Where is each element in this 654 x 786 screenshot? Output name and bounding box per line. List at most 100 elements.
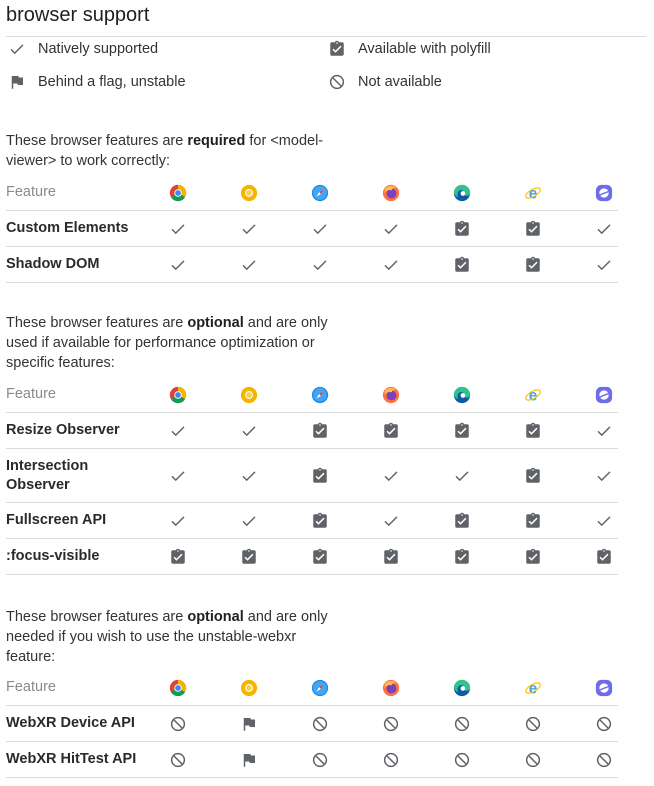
clipboard-check-icon [326, 38, 348, 60]
legend-item: Not available [326, 71, 442, 93]
check-icon [592, 509, 616, 533]
flag-icon [237, 712, 261, 736]
check-icon [450, 464, 474, 488]
legend-item: Natively supported [6, 38, 158, 60]
feature-name: :focus-visible [6, 548, 100, 564]
check-icon [166, 464, 190, 488]
row-divider [6, 777, 618, 778]
check-icon [237, 419, 261, 443]
chrome-canary-icon [237, 181, 261, 205]
table-row: Shadow DOM [6, 247, 618, 283]
clipboard-check-icon [592, 545, 616, 569]
check-icon [237, 509, 261, 533]
not-available-icon [592, 748, 616, 772]
safari-icon [308, 676, 332, 700]
legend-item: Behind a flag, unstable [6, 71, 186, 93]
clipboard-check-icon [379, 419, 403, 443]
clipboard-check-icon [521, 545, 545, 569]
not-available-icon [450, 712, 474, 736]
clipboard-check-icon [521, 253, 545, 277]
not-available-icon [521, 748, 545, 772]
legend-label: Available with polyfill [358, 41, 491, 57]
ie-icon: e [521, 676, 545, 700]
check-icon [592, 419, 616, 443]
not-available-icon [166, 712, 190, 736]
clipboard-check-icon [237, 545, 261, 569]
feature-name: WebXR HitTest API [6, 751, 137, 767]
feature-name: Fullscreen API [6, 512, 107, 528]
check-icon [166, 509, 190, 533]
not-available-icon [521, 712, 545, 736]
not-available-icon [450, 748, 474, 772]
legend-label: Not available [358, 74, 442, 90]
table-row: WebXR HitTest API [6, 742, 618, 778]
clipboard-check-icon [521, 217, 545, 241]
not-available-icon [326, 71, 348, 93]
clipboard-check-icon [450, 253, 474, 277]
check-icon [308, 217, 332, 241]
clipboard-check-icon [521, 509, 545, 533]
edge-icon [450, 676, 474, 700]
ie-icon: e [521, 181, 545, 205]
not-available-icon [308, 748, 332, 772]
table-header-row: Feature e [6, 382, 618, 413]
table-row: Intersection Observer [6, 449, 618, 503]
not-available-icon [379, 748, 403, 772]
check-icon [166, 217, 190, 241]
section-intro: These browser features are required for … [6, 131, 346, 171]
check-icon [592, 253, 616, 277]
samsung-internet-icon [592, 181, 616, 205]
intro-text: These browser features are [6, 609, 188, 625]
firefox-icon [379, 181, 403, 205]
check-icon [379, 253, 403, 277]
edge-icon [450, 383, 474, 407]
check-icon [237, 253, 261, 277]
table-header-row: Feature e [6, 675, 618, 706]
flag-icon [6, 71, 28, 93]
table-row: :focus-visible [6, 539, 618, 575]
feature-column-header: Feature [6, 386, 56, 402]
clipboard-check-icon [450, 545, 474, 569]
clipboard-check-icon [450, 509, 474, 533]
clipboard-check-icon [521, 464, 545, 488]
check-icon [166, 419, 190, 443]
feature-name: WebXR Device API [6, 715, 135, 731]
legend-item: Available with polyfill [326, 38, 491, 60]
feature-name: Custom Elements [6, 220, 129, 236]
check-icon [6, 38, 28, 60]
legend-label: Behind a flag, unstable [38, 74, 186, 90]
intro-emphasis: required [187, 133, 246, 149]
check-icon [237, 217, 261, 241]
not-available-icon [592, 712, 616, 736]
clipboard-check-icon [166, 545, 190, 569]
not-available-icon [166, 748, 190, 772]
check-icon [308, 253, 332, 277]
check-icon [379, 509, 403, 533]
edge-icon [450, 181, 474, 205]
firefox-icon [379, 676, 403, 700]
clipboard-check-icon [308, 419, 332, 443]
safari-icon [308, 383, 332, 407]
row-divider [6, 282, 618, 283]
intro-text: These browser features are [6, 315, 188, 331]
clipboard-check-icon [379, 545, 403, 569]
table-header-row: Feature e [6, 180, 618, 211]
section-intro: These browser features are optional and … [6, 607, 346, 667]
ie-icon: e [521, 383, 545, 407]
page-title: browser support [6, 4, 150, 26]
feature-column-header: Feature [6, 184, 56, 200]
not-available-icon [308, 712, 332, 736]
feature-column-header: Feature [6, 679, 56, 695]
flag-icon [237, 748, 261, 772]
clipboard-check-icon [521, 419, 545, 443]
safari-icon [308, 181, 332, 205]
feature-name: Resize Observer [6, 422, 120, 438]
not-available-icon [379, 712, 403, 736]
clipboard-check-icon [450, 419, 474, 443]
samsung-internet-icon [592, 676, 616, 700]
section-intro: These browser features are optional and … [6, 313, 346, 373]
check-icon [592, 464, 616, 488]
check-icon [379, 217, 403, 241]
feature-name: Intersection Observer [6, 458, 89, 493]
chrome-icon [166, 676, 190, 700]
